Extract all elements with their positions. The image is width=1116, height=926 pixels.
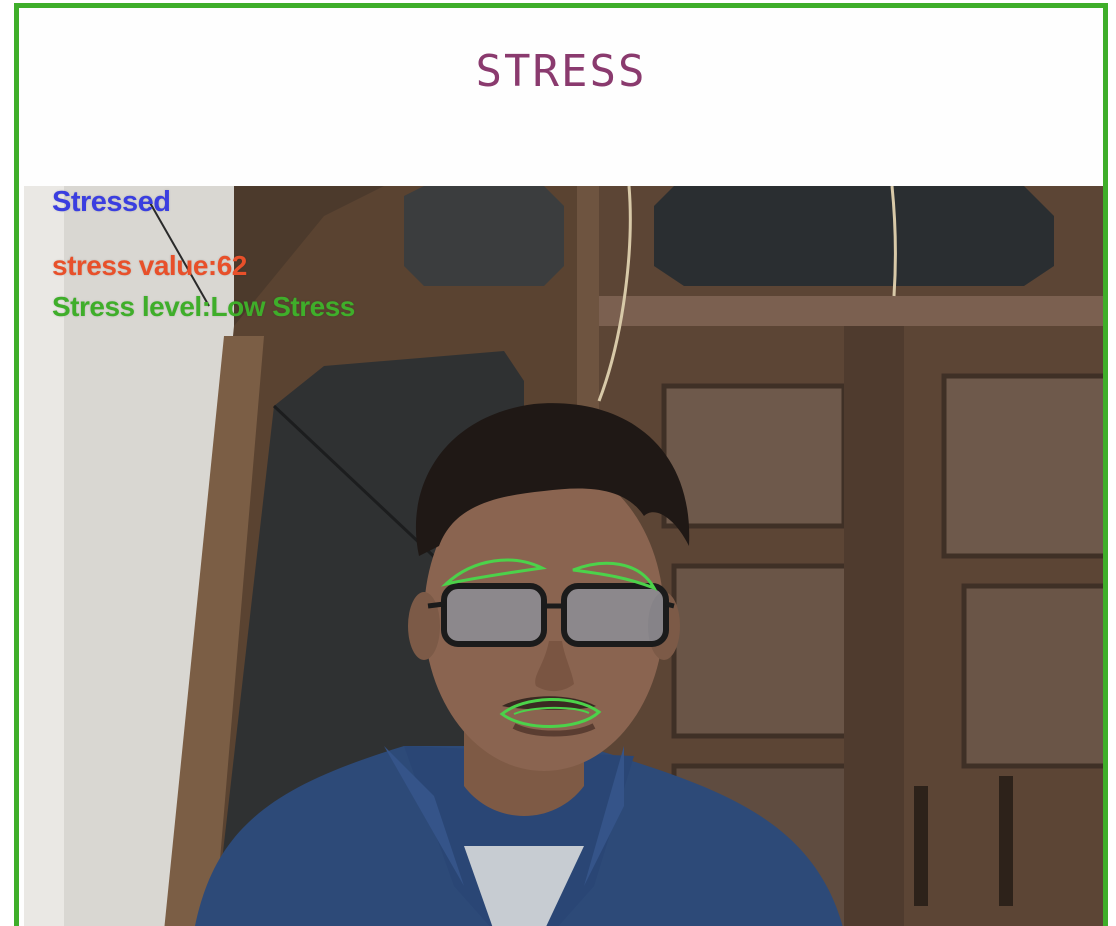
stress-value-label: stress value:62 — [52, 250, 247, 281]
left-top-window — [404, 186, 564, 286]
glasses-left-lens — [441, 583, 547, 647]
app-window: STRESS Stressed stress value:62 Stress l… — [14, 3, 1108, 926]
door-handle-2 — [999, 776, 1013, 906]
stress-status-label: Stressed — [52, 186, 171, 218]
door-stile — [844, 326, 904, 926]
right-top-window — [654, 186, 1054, 286]
door-panel-2 — [671, 563, 857, 739]
glasses-temple-left — [427, 601, 445, 609]
stress-level-label: Stress level:Low Stress — [52, 291, 355, 322]
glasses-right-lens — [561, 583, 669, 647]
left-ear — [408, 592, 440, 660]
door-panel-4 — [961, 583, 1103, 769]
door-panel-3 — [941, 373, 1103, 559]
glasses-temple-right — [665, 601, 675, 609]
window-title: STRESS — [475, 46, 647, 97]
door-handle-1 — [914, 786, 928, 906]
right-door-rail — [599, 296, 1103, 326]
webcam-feed: Stressed stress value:62 Stress level:Lo… — [24, 186, 1103, 926]
door-panel-1 — [661, 383, 847, 529]
